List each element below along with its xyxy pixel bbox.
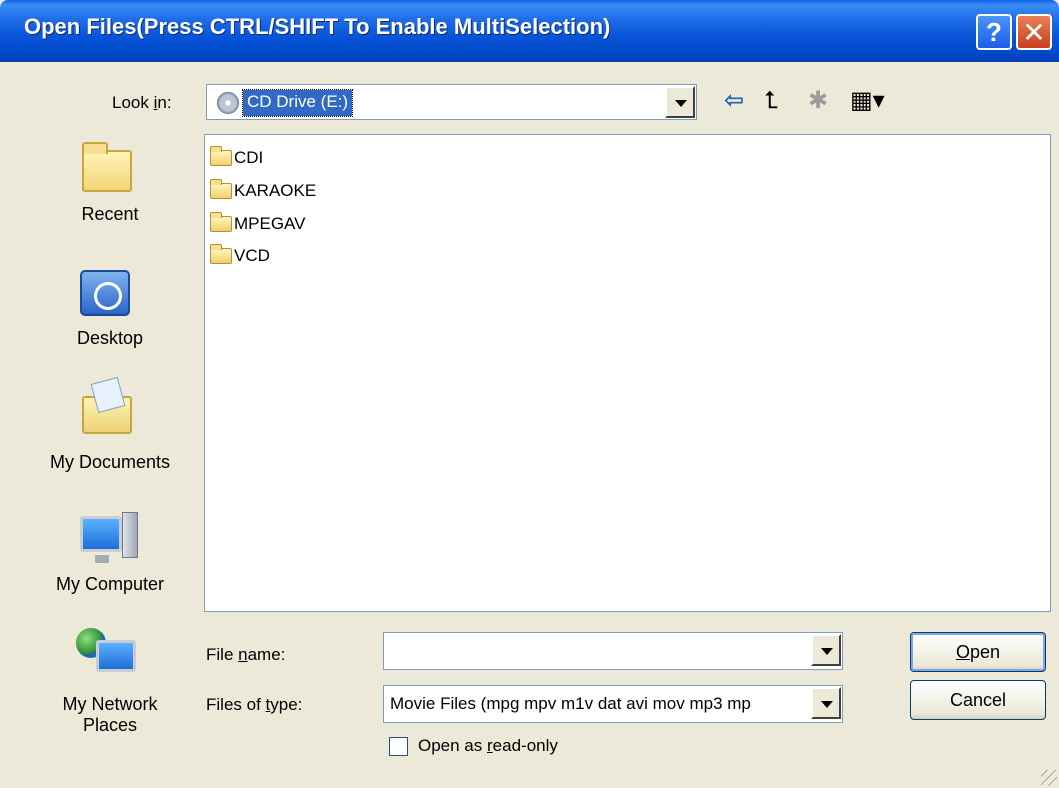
recent-folder-icon xyxy=(82,142,132,192)
file-name-dropdown-arrow[interactable] xyxy=(811,634,841,666)
look-in-dropdown-arrow[interactable] xyxy=(665,86,695,118)
open-button[interactable]: Open xyxy=(910,632,1046,672)
my-documents-icon xyxy=(82,396,132,434)
place-recent[interactable]: Recent xyxy=(30,136,190,236)
view-menu-icon[interactable]: ▦▾ xyxy=(850,86,885,116)
my-network-places-icon xyxy=(96,640,136,672)
place-my-computer-label: My Computer xyxy=(55,574,165,594)
cancel-button[interactable]: Cancel xyxy=(910,680,1046,720)
resize-grip-icon[interactable] xyxy=(1041,770,1057,786)
place-my-computer[interactable]: My Computer xyxy=(30,504,190,604)
open-files-dialog: Open Files(Press CTRL/SHIFT To Enable Mu… xyxy=(0,0,1059,788)
new-folder-icon[interactable]: ✱ xyxy=(808,86,828,116)
list-item[interactable]: VCD xyxy=(210,243,270,269)
file-name-label: File name: xyxy=(206,645,286,664)
files-of-type-label: Files of type: xyxy=(206,695,303,714)
file-name-input[interactable] xyxy=(383,632,843,670)
file-name: VCD xyxy=(234,246,270,265)
folder-icon xyxy=(210,179,232,199)
folder-icon xyxy=(210,244,232,264)
file-name: CDI xyxy=(234,148,264,167)
look-in-dropdown[interactable]: CD Drive (E:) xyxy=(206,84,697,120)
place-my-documents[interactable]: My Documents xyxy=(30,380,190,480)
open-as-read-only-checkbox[interactable] xyxy=(389,737,408,756)
help-button[interactable]: ? xyxy=(976,14,1012,50)
dialog-title: Open Files(Press CTRL/SHIFT To Enable Mu… xyxy=(24,14,611,39)
close-icon: ✕ xyxy=(1022,16,1046,48)
place-desktop-label: Desktop xyxy=(76,328,144,348)
folder-icon xyxy=(210,212,232,232)
files-of-type-value: Movie Files (mpg mpv m1v dat avi mov mp3… xyxy=(390,694,751,713)
help-icon: ? xyxy=(986,16,1002,47)
back-icon[interactable]: ⇦ xyxy=(724,86,744,116)
file-name: MPEGAV xyxy=(234,214,306,233)
list-item[interactable]: KARAOKE xyxy=(210,178,316,204)
list-item[interactable]: CDI xyxy=(210,145,263,171)
list-item[interactable]: MPEGAV xyxy=(210,211,305,237)
folder-icon xyxy=(210,146,232,166)
cd-drive-icon xyxy=(217,92,239,114)
look-in-label: Look in: xyxy=(112,93,172,112)
title-bar[interactable]: Open Files(Press CTRL/SHIFT To Enable Mu… xyxy=(0,0,1059,62)
place-my-network-places-label: My Network Places xyxy=(62,694,158,735)
place-desktop[interactable]: Desktop xyxy=(30,258,190,358)
file-name: KARAOKE xyxy=(234,181,317,200)
files-of-type-dropdown-arrow[interactable] xyxy=(811,687,841,719)
close-button[interactable]: ✕ xyxy=(1016,14,1052,50)
my-computer-icon xyxy=(80,516,122,563)
desktop-icon xyxy=(80,270,130,316)
place-my-network-places[interactable]: My Network Places xyxy=(30,620,190,750)
up-one-level-icon[interactable]: ⮤ xyxy=(764,86,778,116)
place-recent-label: Recent xyxy=(81,204,139,224)
place-my-documents-label: My Documents xyxy=(49,452,171,472)
files-of-type-dropdown[interactable]: Movie Files (mpg mpv m1v dat avi mov mp3… xyxy=(383,685,843,723)
file-list[interactable]: CDI KARAOKE MPEGAV VCD xyxy=(204,134,1051,612)
open-as-read-only-label: Open as read-only xyxy=(418,736,558,755)
look-in-value: CD Drive (E:) xyxy=(241,89,354,117)
computer-tower-icon xyxy=(122,512,138,558)
